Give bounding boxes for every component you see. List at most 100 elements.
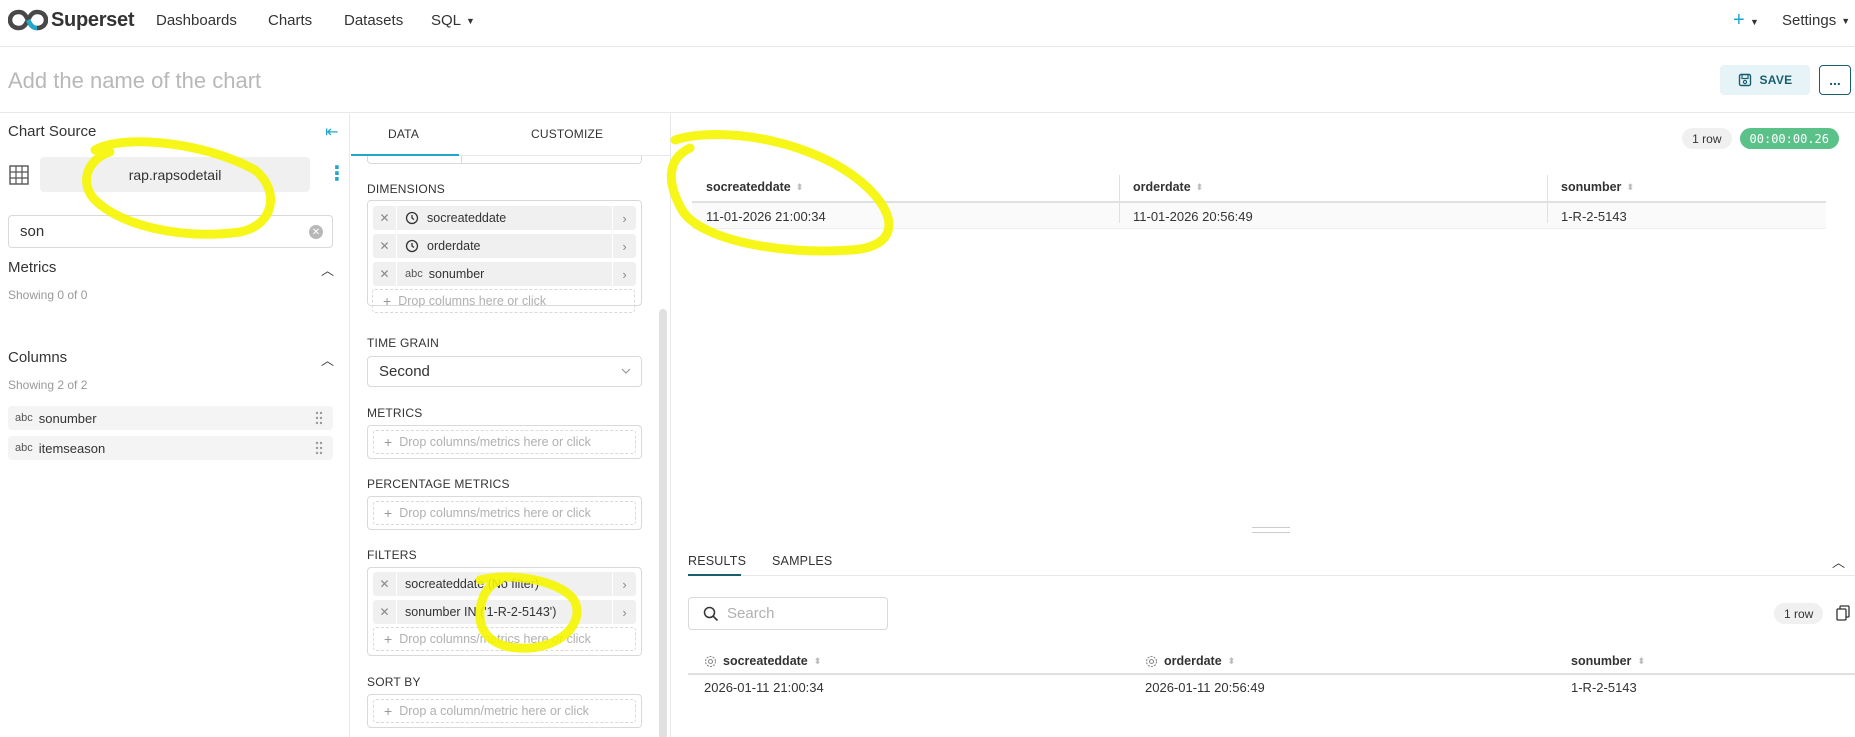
tab-samples[interactable]: SAMPLES (772, 554, 832, 568)
tab-customize[interactable]: CUSTOMIZE (531, 127, 603, 141)
metrics-drop-zone[interactable]: + Drop columns/metrics here or click (373, 430, 636, 454)
header-label: sonumber (1561, 180, 1622, 194)
more-options-button[interactable]: ... (1819, 65, 1851, 95)
column-item[interactable]: abc sonumber (8, 406, 333, 430)
remove-icon[interactable]: ✕ (373, 206, 397, 230)
filter-pill[interactable]: ✕ sonumber IN ('1-R-2-5143') › (373, 600, 636, 624)
plus-icon: + (384, 505, 393, 521)
string-type-icon: abc (15, 412, 33, 424)
caret-down-icon: ▼ (1841, 16, 1851, 27)
nav-sql[interactable]: SQL ▼ (431, 12, 475, 29)
drop-hint-text: Drop columns/metrics here or click (399, 632, 591, 646)
results-header-socreateddate[interactable]: socreateddate ⬍ (704, 649, 821, 673)
dimension-pill[interactable]: ✕ socreateddate › (373, 206, 636, 230)
remove-icon[interactable]: ✕ (373, 600, 397, 624)
filters-label: FILTERS (367, 548, 417, 562)
chevron-up-icon[interactable]: ︿ (321, 350, 334, 369)
sort-icon[interactable]: ⬍ (814, 656, 822, 667)
time-grain-select[interactable]: Second (367, 356, 642, 387)
results-header-orderdate[interactable]: orderdate ⬍ (1145, 649, 1235, 673)
results-tabs: RESULTS SAMPLES ︿ (688, 544, 1855, 576)
drag-handle-icon[interactable] (315, 411, 323, 425)
filter-pill[interactable]: ✕ socreateddate (No filter) › (373, 572, 636, 596)
header-label: orderdate (1133, 180, 1191, 194)
metrics-count: Showing 0 of 0 (8, 288, 88, 302)
dimension-pill[interactable]: ✕ abc sonumber › (373, 262, 636, 286)
columns-section-title[interactable]: Columns (8, 349, 67, 366)
panel-resize-handle[interactable] (1252, 527, 1290, 533)
chevron-right-icon[interactable]: › (612, 234, 636, 258)
chart-name-input[interactable]: Add the name of the chart (8, 68, 261, 94)
copy-icon[interactable] (1836, 605, 1850, 621)
string-type-icon: abc (405, 268, 423, 280)
results-header-sonumber[interactable]: sonumber ⬍ (1571, 649, 1645, 673)
results-header-divider (688, 673, 1855, 675)
datasource-name[interactable]: rap.rapsodetail (40, 157, 310, 192)
gear-icon (704, 655, 717, 667)
chart-header: Add the name of the chart SAVE ... (0, 48, 1855, 113)
control-fragment (367, 156, 642, 164)
table-header-socreateddate[interactable]: socreateddate ⬍ (692, 173, 1119, 201)
percentage-metrics-drop-zone[interactable]: + Drop columns/metrics here or click (373, 501, 636, 525)
nav-dashboards[interactable]: Dashboards (156, 12, 237, 29)
table-header-sonumber[interactable]: sonumber ⬍ (1547, 173, 1826, 201)
remove-icon[interactable]: ✕ (373, 234, 397, 258)
results-search-input[interactable]: Search (688, 597, 888, 630)
dimension-pill[interactable]: ✕ orderdate › (373, 234, 636, 258)
column-search-input[interactable]: son ✕ (8, 215, 333, 248)
caret-down-icon[interactable]: ▼ (1750, 17, 1759, 27)
row-count-badge: 1 row (1682, 128, 1732, 149)
remove-icon[interactable]: ✕ (373, 572, 397, 596)
sort-icon[interactable]: ⬍ (1228, 656, 1236, 667)
chevron-down-icon (621, 368, 631, 374)
filters-control: ✕ socreateddate (No filter) › ✕ sonumber… (367, 567, 642, 656)
tab-data[interactable]: DATA (388, 127, 419, 141)
sort-icon[interactable]: ⬍ (1196, 182, 1204, 193)
sort-by-drop-zone[interactable]: + Drop a column/metric here or click (373, 699, 636, 723)
table-header-orderdate[interactable]: orderdate ⬍ (1119, 173, 1547, 201)
chart-badges: 1 row 00:00:00.26 (1682, 128, 1839, 149)
chevron-right-icon[interactable]: › (612, 262, 636, 286)
nav-settings[interactable]: Settings ▼ (1782, 12, 1850, 29)
column-item[interactable]: abc itemseason (8, 436, 333, 460)
chevron-right-icon[interactable]: › (612, 600, 636, 624)
sort-icon[interactable]: ⬍ (796, 182, 804, 193)
control-tabs: DATA CUSTOMIZE (351, 114, 671, 156)
chevron-up-icon[interactable]: ︿ (321, 260, 334, 279)
superset-logo-icon (8, 9, 48, 31)
brand-name: Superset (51, 8, 135, 31)
chevron-right-icon[interactable]: › (612, 206, 636, 230)
clear-icon[interactable]: ✕ (309, 225, 323, 239)
drop-hint-text: Drop a column/metric here or click (399, 704, 589, 718)
plus-icon[interactable]: + (1733, 9, 1745, 32)
datasource-panel: Chart Source ⇤ rap.rapsodetail ⋮ son ✕ M… (0, 114, 350, 737)
sort-icon[interactable]: ⬍ (1637, 656, 1645, 667)
drop-hint-text: Drop columns here or click (398, 294, 547, 308)
column-name: sonumber (38, 410, 97, 426)
filters-drop-zone[interactable]: + Drop columns/metrics here or click (373, 627, 636, 651)
sort-icon[interactable]: ⬍ (1626, 182, 1634, 193)
plus-icon: + (383, 293, 392, 309)
settings-label: Settings (1782, 12, 1837, 29)
sort-by-control: + Drop a column/metric here or click (367, 694, 642, 728)
nav-datasets[interactable]: Datasets (344, 12, 403, 29)
save-button[interactable]: SAVE (1720, 65, 1810, 95)
plus-icon: + (384, 703, 393, 719)
header-label: orderdate (1164, 654, 1222, 668)
metrics-label: METRICS (367, 406, 423, 420)
collapse-panel-icon[interactable]: ⇤ (325, 122, 338, 142)
chevron-up-icon[interactable]: ︿ (1832, 552, 1845, 571)
chevron-right-icon[interactable]: › (612, 572, 636, 596)
search-placeholder: Search (727, 605, 775, 622)
brand[interactable]: Superset (8, 6, 134, 34)
metrics-section-title[interactable]: Metrics (8, 259, 56, 276)
search-value: son (20, 223, 45, 240)
dimensions-drop-zone[interactable]: + Drop columns here or click (372, 289, 635, 313)
scrollbar[interactable] (659, 309, 667, 737)
table-cell: 11-01-2026 20:56:49 (1133, 208, 1253, 224)
drag-handle-icon[interactable] (315, 441, 323, 455)
remove-icon[interactable]: ✕ (373, 262, 397, 286)
nav-charts[interactable]: Charts (268, 12, 312, 29)
tab-results[interactable]: RESULTS (688, 554, 746, 568)
kebab-menu-icon[interactable]: ⋮ (327, 160, 347, 188)
